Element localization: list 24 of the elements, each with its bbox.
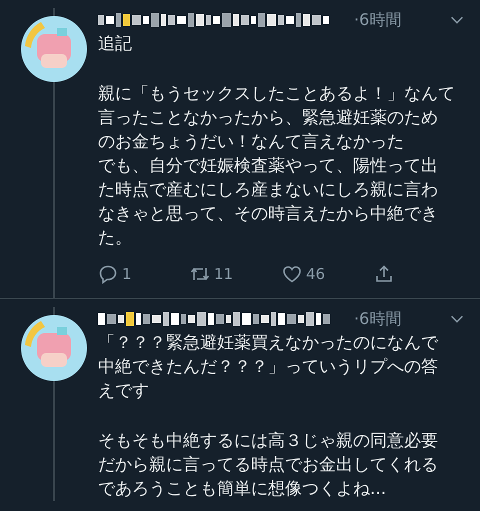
timestamp: ·6時間 (354, 308, 402, 330)
share-icon[interactable] (374, 264, 394, 284)
tweet-text: だから親に言ってる時点でお金出してくれる (98, 454, 439, 477)
retweet-count: 11 (214, 265, 234, 283)
tweet-text: えです (98, 380, 150, 403)
reply-icon[interactable] (98, 264, 118, 284)
reply-count: 1 (122, 265, 132, 283)
tweet-text: でも、自分で妊娠検査薬やって、陽性って出 (98, 155, 439, 178)
timestamp: ·6時間 (354, 10, 402, 30)
tweet-text: であろうことも簡単に想像つくよね... (98, 478, 388, 501)
tweet-text: た。 (98, 227, 133, 250)
tweet-text: のお金ちょうだい！なんて言えなかった (98, 131, 405, 154)
tweet-text: 「？？？緊急避妊薬買えなかったのになんで (98, 332, 440, 355)
tweet-text: 言ったことなかったから、緊急避妊薬のため (98, 107, 439, 130)
tweet-text: なきゃと思って、その時言えたから中絶でき (98, 203, 439, 226)
avatar[interactable] (21, 16, 87, 82)
tweet-text: そもそも中絶するには高３じゃ親の同意必要 (98, 430, 439, 453)
tweet-text: 追記 (98, 33, 133, 56)
tweet-text: た時点で産むにしろ産まないにしろ親に言わ (98, 179, 439, 202)
tweet-text: 中絶できたんだ？？？」っていうリプへの答 (98, 356, 439, 379)
heart-icon[interactable] (282, 264, 302, 284)
like-count: 46 (306, 265, 326, 283)
tweet-text: 親に「もうセックスしたことあるよ！」なんて (98, 83, 456, 106)
avatar[interactable] (21, 315, 87, 381)
